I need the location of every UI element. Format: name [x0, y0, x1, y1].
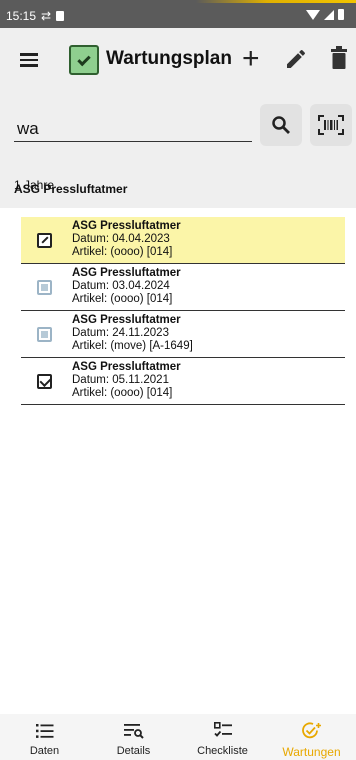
- search-button[interactable]: [260, 104, 302, 146]
- details-search-icon: [123, 724, 144, 739]
- item-article: Artikel: (oooo) [014]: [72, 293, 173, 305]
- filter-subtitle: 1 Jahre: [14, 178, 54, 192]
- item-title: ASG Pressluftatmer: [72, 267, 181, 279]
- clipboard-check-icon: [69, 45, 99, 75]
- checked-checkbox-icon[interactable]: [37, 374, 52, 389]
- nav-label: Details: [116, 745, 151, 757]
- item-article: Artikel: (oooo) [014]: [72, 246, 173, 258]
- item-title: ASG Pressluftatmer: [72, 361, 181, 373]
- item-article: Artikel: (move) [A-1649]: [72, 340, 193, 352]
- search-icon: [272, 116, 290, 134]
- add-button[interactable]: +: [242, 44, 260, 74]
- list-item[interactable]: ASG Pressluftatmer Datum: 05.11.2021 Art…: [21, 358, 345, 405]
- edit-pencil-icon[interactable]: [284, 47, 308, 71]
- search-input[interactable]: [14, 116, 252, 142]
- item-date: Datum: 04.04.2023: [72, 233, 170, 245]
- status-time: 15:15: [6, 9, 37, 23]
- bottom-navigation: Daten Details Checkliste Wartungen: [0, 714, 356, 760]
- item-article: Artikel: (oooo) [014]: [72, 387, 173, 399]
- list-item[interactable]: ASG Pressluftatmer Datum: 04.04.2023 Art…: [21, 217, 345, 264]
- app-bar: Wartungsplan +: [0, 28, 356, 94]
- nav-details[interactable]: Details: [89, 714, 178, 760]
- filter-interval: 1 Jahre: [14, 178, 55, 192]
- item-date: Datum: 24.11.2023: [72, 327, 169, 339]
- list-item[interactable]: ASG Pressluftatmer Datum: 03.04.2024 Art…: [21, 264, 345, 311]
- checklist-icon: [213, 722, 232, 737]
- nav-label: Daten: [29, 745, 60, 757]
- delete-trash-icon[interactable]: [330, 46, 348, 70]
- signal-icon: [324, 9, 334, 20]
- nav-label: Checkliste: [197, 745, 248, 757]
- item-date: Datum: 03.04.2024: [72, 280, 170, 292]
- list-icon: [35, 724, 53, 738]
- nav-daten[interactable]: Daten: [0, 714, 89, 760]
- item-date: Datum: 05.11.2021: [72, 374, 169, 386]
- status-bar-accent: [0, 0, 356, 3]
- battery-icon: [338, 9, 344, 20]
- item-title: ASG Pressluftatmer: [72, 220, 181, 232]
- nav-wartungen[interactable]: Wartungen: [267, 714, 356, 760]
- nav-label: Wartungen: [282, 745, 341, 759]
- edit-checkbox-icon[interactable]: [37, 233, 52, 248]
- status-bar: 15:15 ⇄: [0, 0, 356, 28]
- maintenance-check-icon: [301, 722, 321, 739]
- barcode-scan-button[interactable]: [310, 104, 352, 146]
- nav-checkliste[interactable]: Checkliste: [178, 714, 267, 760]
- wifi-icon: [306, 9, 320, 20]
- list-item[interactable]: ASG Pressluftatmer Datum: 24.11.2023 Art…: [21, 311, 345, 358]
- filter-area: ASG Pressluftatmer 1 Jahre: [0, 94, 356, 208]
- disabled-checkbox-icon: [37, 280, 52, 295]
- maintenance-list: ASG Pressluftatmer Datum: 04.04.2023 Art…: [21, 217, 345, 405]
- item-title: ASG Pressluftatmer: [72, 314, 181, 326]
- disabled-checkbox-icon: [37, 327, 52, 342]
- page-title: Wartungsplan: [106, 48, 232, 69]
- menu-icon[interactable]: [20, 50, 40, 72]
- sd-card-icon: [56, 11, 65, 21]
- data-transfer-icon: ⇄: [41, 9, 52, 23]
- barcode-icon: [318, 115, 344, 135]
